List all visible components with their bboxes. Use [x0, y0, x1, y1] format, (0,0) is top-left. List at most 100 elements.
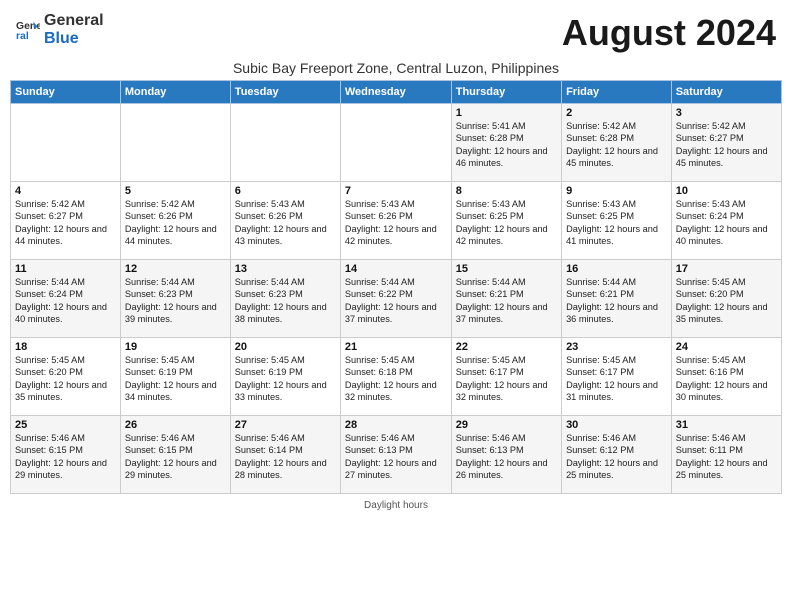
- day-content: Sunrise: 5:45 AMSunset: 6:19 PMDaylight:…: [125, 354, 226, 404]
- day-content: Sunrise: 5:43 AMSunset: 6:24 PMDaylight:…: [676, 198, 777, 248]
- day-number: 16: [566, 263, 667, 275]
- calendar-cell: 10Sunrise: 5:43 AMSunset: 6:24 PMDayligh…: [671, 182, 781, 260]
- calendar-cell: [230, 104, 340, 182]
- day-content: Sunrise: 5:46 AMSunset: 6:14 PMDaylight:…: [235, 432, 336, 482]
- day-number: 12: [125, 263, 226, 275]
- calendar-header-row: SundayMondayTuesdayWednesdayThursdayFrid…: [11, 81, 782, 104]
- svg-text:ral: ral: [16, 30, 29, 41]
- day-number: 21: [345, 341, 447, 353]
- calendar: SundayMondayTuesdayWednesdayThursdayFrid…: [0, 80, 792, 498]
- day-content: Sunrise: 5:45 AMSunset: 6:20 PMDaylight:…: [15, 354, 116, 404]
- day-content: Sunrise: 5:42 AMSunset: 6:26 PMDaylight:…: [125, 198, 226, 248]
- subtitle: Subic Bay Freeport Zone, Central Luzon, …: [0, 60, 792, 76]
- calendar-cell: 31Sunrise: 5:46 AMSunset: 6:11 PMDayligh…: [671, 416, 781, 494]
- day-content: Sunrise: 5:46 AMSunset: 6:15 PMDaylight:…: [15, 432, 116, 482]
- day-content: Sunrise: 5:46 AMSunset: 6:12 PMDaylight:…: [566, 432, 667, 482]
- day-content: Sunrise: 5:44 AMSunset: 6:24 PMDaylight:…: [15, 276, 116, 326]
- day-number: 20: [235, 341, 336, 353]
- day-number: 23: [566, 341, 667, 353]
- month-title: August 2024: [562, 12, 776, 54]
- calendar-cell: 9Sunrise: 5:43 AMSunset: 6:25 PMDaylight…: [562, 182, 672, 260]
- footer-note: Daylight hours: [0, 498, 792, 511]
- calendar-cell: 29Sunrise: 5:46 AMSunset: 6:13 PMDayligh…: [451, 416, 561, 494]
- day-number: 15: [456, 263, 557, 275]
- day-number: 30: [566, 419, 667, 431]
- calendar-week-row: 1Sunrise: 5:41 AMSunset: 6:28 PMDaylight…: [11, 104, 782, 182]
- calendar-cell: 28Sunrise: 5:46 AMSunset: 6:13 PMDayligh…: [340, 416, 451, 494]
- calendar-cell: [120, 104, 230, 182]
- calendar-cell: 2Sunrise: 5:42 AMSunset: 6:28 PMDaylight…: [562, 104, 672, 182]
- calendar-cell: 22Sunrise: 5:45 AMSunset: 6:17 PMDayligh…: [451, 338, 561, 416]
- calendar-week-row: 11Sunrise: 5:44 AMSunset: 6:24 PMDayligh…: [11, 260, 782, 338]
- calendar-cell: 24Sunrise: 5:45 AMSunset: 6:16 PMDayligh…: [671, 338, 781, 416]
- day-number: 24: [676, 341, 777, 353]
- calendar-table: SundayMondayTuesdayWednesdayThursdayFrid…: [10, 80, 782, 494]
- day-header-friday: Friday: [562, 81, 672, 104]
- calendar-cell: 5Sunrise: 5:42 AMSunset: 6:26 PMDaylight…: [120, 182, 230, 260]
- calendar-cell: 11Sunrise: 5:44 AMSunset: 6:24 PMDayligh…: [11, 260, 121, 338]
- calendar-cell: [340, 104, 451, 182]
- day-content: Sunrise: 5:41 AMSunset: 6:28 PMDaylight:…: [456, 120, 557, 170]
- calendar-cell: 30Sunrise: 5:46 AMSunset: 6:12 PMDayligh…: [562, 416, 672, 494]
- day-content: Sunrise: 5:44 AMSunset: 6:23 PMDaylight:…: [235, 276, 336, 326]
- day-number: 31: [676, 419, 777, 431]
- day-header-thursday: Thursday: [451, 81, 561, 104]
- day-number: 1: [456, 107, 557, 119]
- day-header-tuesday: Tuesday: [230, 81, 340, 104]
- calendar-cell: 25Sunrise: 5:46 AMSunset: 6:15 PMDayligh…: [11, 416, 121, 494]
- day-header-sunday: Sunday: [11, 81, 121, 104]
- calendar-cell: 4Sunrise: 5:42 AMSunset: 6:27 PMDaylight…: [11, 182, 121, 260]
- day-content: Sunrise: 5:46 AMSunset: 6:15 PMDaylight:…: [125, 432, 226, 482]
- day-content: Sunrise: 5:46 AMSunset: 6:13 PMDaylight:…: [456, 432, 557, 482]
- day-content: Sunrise: 5:45 AMSunset: 6:17 PMDaylight:…: [566, 354, 667, 404]
- calendar-cell: 20Sunrise: 5:45 AMSunset: 6:19 PMDayligh…: [230, 338, 340, 416]
- day-content: Sunrise: 5:44 AMSunset: 6:23 PMDaylight:…: [125, 276, 226, 326]
- day-content: Sunrise: 5:45 AMSunset: 6:16 PMDaylight:…: [676, 354, 777, 404]
- calendar-week-row: 18Sunrise: 5:45 AMSunset: 6:20 PMDayligh…: [11, 338, 782, 416]
- day-header-saturday: Saturday: [671, 81, 781, 104]
- page-header: Gene ral General Blue August 2024: [0, 0, 792, 60]
- calendar-cell: 13Sunrise: 5:44 AMSunset: 6:23 PMDayligh…: [230, 260, 340, 338]
- calendar-cell: 12Sunrise: 5:44 AMSunset: 6:23 PMDayligh…: [120, 260, 230, 338]
- day-content: Sunrise: 5:46 AMSunset: 6:13 PMDaylight:…: [345, 432, 447, 482]
- day-number: 6: [235, 185, 336, 197]
- day-content: Sunrise: 5:45 AMSunset: 6:20 PMDaylight:…: [676, 276, 777, 326]
- day-header-monday: Monday: [120, 81, 230, 104]
- day-header-wednesday: Wednesday: [340, 81, 451, 104]
- calendar-week-row: 25Sunrise: 5:46 AMSunset: 6:15 PMDayligh…: [11, 416, 782, 494]
- day-content: Sunrise: 5:44 AMSunset: 6:21 PMDaylight:…: [456, 276, 557, 326]
- logo: Gene ral General Blue: [16, 12, 104, 47]
- day-number: 14: [345, 263, 447, 275]
- calendar-cell: 23Sunrise: 5:45 AMSunset: 6:17 PMDayligh…: [562, 338, 672, 416]
- calendar-week-row: 4Sunrise: 5:42 AMSunset: 6:27 PMDaylight…: [11, 182, 782, 260]
- day-number: 8: [456, 185, 557, 197]
- calendar-cell: 26Sunrise: 5:46 AMSunset: 6:15 PMDayligh…: [120, 416, 230, 494]
- calendar-cell: 6Sunrise: 5:43 AMSunset: 6:26 PMDaylight…: [230, 182, 340, 260]
- logo-icon: Gene ral: [16, 18, 40, 42]
- calendar-cell: 15Sunrise: 5:44 AMSunset: 6:21 PMDayligh…: [451, 260, 561, 338]
- calendar-cell: 19Sunrise: 5:45 AMSunset: 6:19 PMDayligh…: [120, 338, 230, 416]
- day-number: 18: [15, 341, 116, 353]
- day-number: 19: [125, 341, 226, 353]
- day-content: Sunrise: 5:45 AMSunset: 6:17 PMDaylight:…: [456, 354, 557, 404]
- day-number: 22: [456, 341, 557, 353]
- calendar-cell: 3Sunrise: 5:42 AMSunset: 6:27 PMDaylight…: [671, 104, 781, 182]
- day-number: 3: [676, 107, 777, 119]
- calendar-cell: 27Sunrise: 5:46 AMSunset: 6:14 PMDayligh…: [230, 416, 340, 494]
- logo-blue: Blue: [44, 30, 104, 48]
- day-number: 7: [345, 185, 447, 197]
- calendar-cell: 14Sunrise: 5:44 AMSunset: 6:22 PMDayligh…: [340, 260, 451, 338]
- day-content: Sunrise: 5:42 AMSunset: 6:27 PMDaylight:…: [676, 120, 777, 170]
- calendar-cell: 21Sunrise: 5:45 AMSunset: 6:18 PMDayligh…: [340, 338, 451, 416]
- day-number: 26: [125, 419, 226, 431]
- calendar-cell: 8Sunrise: 5:43 AMSunset: 6:25 PMDaylight…: [451, 182, 561, 260]
- day-number: 9: [566, 185, 667, 197]
- day-content: Sunrise: 5:43 AMSunset: 6:25 PMDaylight:…: [566, 198, 667, 248]
- day-number: 4: [15, 185, 116, 197]
- logo-general: General: [44, 12, 104, 30]
- day-number: 11: [15, 263, 116, 275]
- day-number: 25: [15, 419, 116, 431]
- day-number: 28: [345, 419, 447, 431]
- day-number: 13: [235, 263, 336, 275]
- day-content: Sunrise: 5:45 AMSunset: 6:19 PMDaylight:…: [235, 354, 336, 404]
